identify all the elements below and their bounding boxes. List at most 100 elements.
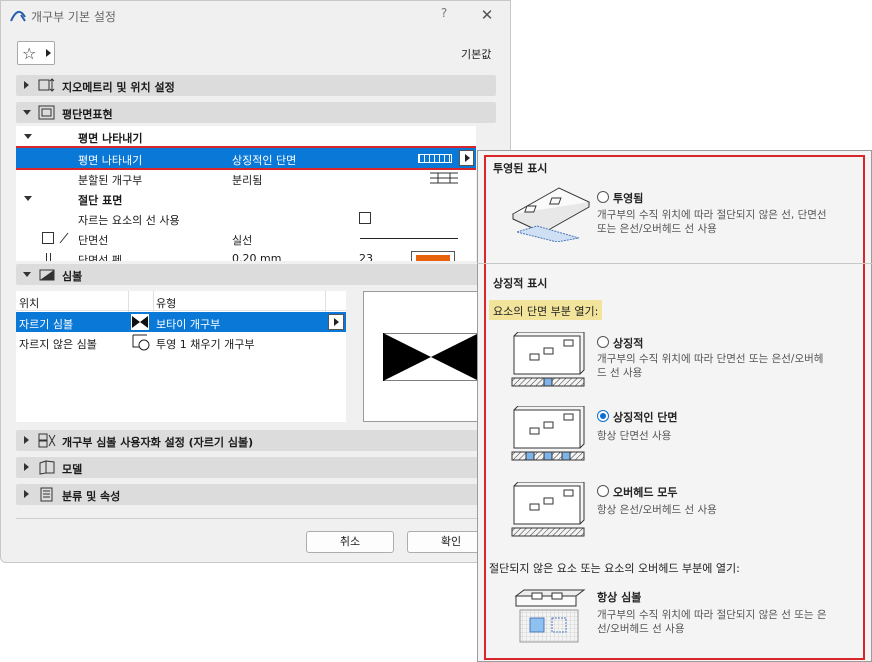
symbol-row-uncut[interactable]: 자르지 않은 심볼 투영 1 채우기 개구부 bbox=[16, 332, 346, 352]
row-value: 상징적인 단면 bbox=[232, 154, 297, 167]
row-value: 실선 bbox=[232, 234, 253, 247]
section-divider bbox=[477, 263, 872, 264]
bowtie-icon bbox=[131, 314, 149, 330]
divider bbox=[16, 518, 496, 519]
panel-label: 지오메트리 및 위치 설정 bbox=[62, 81, 175, 94]
overhead-all-illustration bbox=[511, 482, 585, 537]
panel-label: 평단면표현 bbox=[62, 108, 113, 121]
floor-plan-settings-table: 평면 나타내기 평면 나타내기 상징적인 단면 분할된 개구부 분리됨 절단 표… bbox=[16, 126, 476, 261]
panel-label: 모델 bbox=[62, 463, 83, 476]
projected-desc-line2: 또는 은선/오버헤드 선 사용 bbox=[597, 223, 717, 235]
row-type: 보타이 개구부 bbox=[156, 318, 221, 331]
row-position: 자르지 않은 심볼 bbox=[19, 338, 97, 351]
row-value: 분리됨 bbox=[232, 174, 263, 187]
default-label: 기본값 bbox=[461, 48, 492, 61]
pen-number: 23 bbox=[359, 252, 373, 261]
favorites-button[interactable]: ☆ bbox=[17, 41, 55, 65]
collapse-arrow-icon bbox=[24, 134, 32, 139]
row-cut-line[interactable]: 단면선 실선 bbox=[16, 228, 476, 248]
display-preview-icon bbox=[418, 154, 452, 163]
overhead-all-option-label: 오버헤드 모두 bbox=[613, 486, 678, 499]
symbol-type-dropdown[interactable] bbox=[328, 314, 344, 330]
symbolic-cut-illustration bbox=[511, 406, 585, 461]
symbolic-option-label: 상징적 bbox=[613, 337, 644, 350]
use-lines-checkbox[interactable] bbox=[359, 212, 371, 224]
always-symbol-desc-line1: 개구부의 수직 위치에 따라 절단되지 않은 선 또는 은 bbox=[597, 609, 827, 621]
projected-radio[interactable] bbox=[597, 191, 609, 203]
projected-opening-illustration bbox=[511, 187, 591, 242]
row-value: 0.20 mm bbox=[232, 252, 282, 261]
solid-line-preview bbox=[360, 238, 458, 239]
row-label: 단면선 bbox=[78, 234, 109, 247]
panel-label: 분류 및 속성 bbox=[62, 490, 121, 503]
projected-option-label: 투영됨 bbox=[613, 192, 644, 205]
always-symbol-option-label: 항상 심볼 bbox=[597, 591, 642, 604]
symbol-row-cut[interactable]: 자르기 심볼 보타이 개구부 bbox=[16, 312, 346, 332]
uncut-parts-label: 절단되지 않은 요소 또는 요소의 오버헤드 부분에 열기: bbox=[489, 562, 740, 575]
group-row-floor-plan-display[interactable]: 평면 나타내기 bbox=[16, 126, 476, 146]
window-title: 개구부 기본 설정 bbox=[31, 10, 116, 24]
row-split-openings[interactable]: 분할된 개구부 분리됨 bbox=[16, 168, 476, 188]
column-header-position: 위치 bbox=[19, 297, 40, 310]
model-icon bbox=[39, 460, 55, 475]
expand-arrow-icon bbox=[24, 81, 29, 89]
collapse-arrow-icon bbox=[23, 110, 31, 115]
row-floor-plan-display[interactable]: 평면 나타내기 상징적인 단면 bbox=[16, 146, 476, 170]
always-symbol-illustration bbox=[514, 589, 586, 643]
row-label: 평면 나타내기 bbox=[78, 154, 143, 167]
projected-section-title: 투영된 표시 bbox=[493, 162, 548, 175]
collapse-arrow-icon bbox=[23, 272, 31, 277]
overhead-all-desc: 항상 은선/오버헤드 선 사용 bbox=[597, 504, 717, 516]
symbolic-radio[interactable] bbox=[597, 336, 609, 348]
overhead-all-radio[interactable] bbox=[597, 485, 609, 497]
panel-symbol-custom[interactable]: 개구부 심볼 사용자화 설정 (자르기 심볼) bbox=[16, 430, 496, 451]
row-cut-line-pen[interactable]: 단면선 펜 0.20 mm 23 bbox=[16, 248, 476, 261]
symbol-table: 위치 유형 자르기 심볼 보타이 개구부 자르지 않은 심볼 투영 1 채우기 … bbox=[16, 291, 346, 422]
settings-dialog: 개구부 기본 설정 ? ✕ ☆ 기본값 지오메트리 및 위치 설정 평단면표현 … bbox=[0, 0, 511, 563]
panel-geometry[interactable]: 지오메트리 및 위치 설정 bbox=[16, 75, 496, 96]
star-icon: ☆ bbox=[22, 44, 37, 63]
chevron-right-icon bbox=[334, 318, 339, 326]
panel-symbol[interactable]: 심볼 bbox=[16, 264, 496, 285]
row-label: 분할된 개구부 bbox=[78, 174, 143, 187]
dropdown-button[interactable] bbox=[459, 150, 474, 166]
symbolic-opening-illustration bbox=[511, 332, 585, 387]
pen-color-swatch[interactable] bbox=[411, 251, 455, 261]
group-label: 평면 나타내기 bbox=[78, 132, 143, 145]
column-header-type: 유형 bbox=[156, 297, 177, 310]
chevron-right-icon bbox=[465, 154, 470, 162]
document-list-icon bbox=[40, 487, 53, 502]
help-button[interactable]: ? bbox=[437, 6, 451, 24]
pen-icon bbox=[42, 253, 54, 261]
panel-label: 심볼 bbox=[62, 270, 83, 283]
cut-line-checkbox[interactable] bbox=[42, 232, 54, 244]
bowtie-preview-icon bbox=[383, 333, 479, 381]
expand-arrow-icon bbox=[24, 490, 29, 498]
symbolic-section-title: 상징적 표시 bbox=[493, 277, 548, 290]
panel-floor-plan[interactable]: 평단면표현 bbox=[16, 102, 496, 123]
cancel-button[interactable]: 취소 bbox=[306, 531, 394, 553]
symbolic-cut-option-label: 상징적인 단면 bbox=[613, 411, 678, 424]
split-opening-icon bbox=[430, 172, 458, 184]
row-position: 자르기 심볼 bbox=[19, 318, 74, 331]
floor-plan-icon bbox=[38, 105, 55, 120]
symbolic-cut-desc: 항상 단면선 사용 bbox=[597, 430, 672, 442]
panel-classification[interactable]: 분류 및 속성 bbox=[16, 484, 496, 505]
panel-label: 개구부 심볼 사용자화 설정 (자르기 심볼) bbox=[62, 436, 254, 449]
line-type-icon bbox=[59, 232, 69, 244]
group-row-cut-surface[interactable]: 절단 표면 bbox=[16, 188, 476, 208]
row-label: 단면선 펜 bbox=[78, 254, 122, 261]
always-symbol-desc-line2: 선/오버헤드 선 사용 bbox=[597, 623, 685, 635]
chevron-right-icon bbox=[46, 49, 51, 57]
symbolic-cut-radio[interactable] bbox=[597, 410, 609, 422]
symbol-table-header: 위치 유형 bbox=[16, 291, 346, 311]
symbol-icon bbox=[39, 269, 55, 281]
row-label: 자르는 요소의 선 사용 bbox=[78, 214, 180, 227]
symbol-preview bbox=[363, 291, 479, 422]
close-button[interactable]: ✕ bbox=[477, 6, 497, 24]
open-cut-part-label: 요소의 단면 부분 열기: bbox=[489, 300, 603, 320]
panel-model[interactable]: 모델 bbox=[16, 457, 496, 478]
geometry-icon bbox=[38, 78, 55, 92]
group-label: 절단 표면 bbox=[78, 194, 123, 207]
row-use-cutting-element-lines[interactable]: 자르는 요소의 선 사용 bbox=[16, 208, 476, 228]
